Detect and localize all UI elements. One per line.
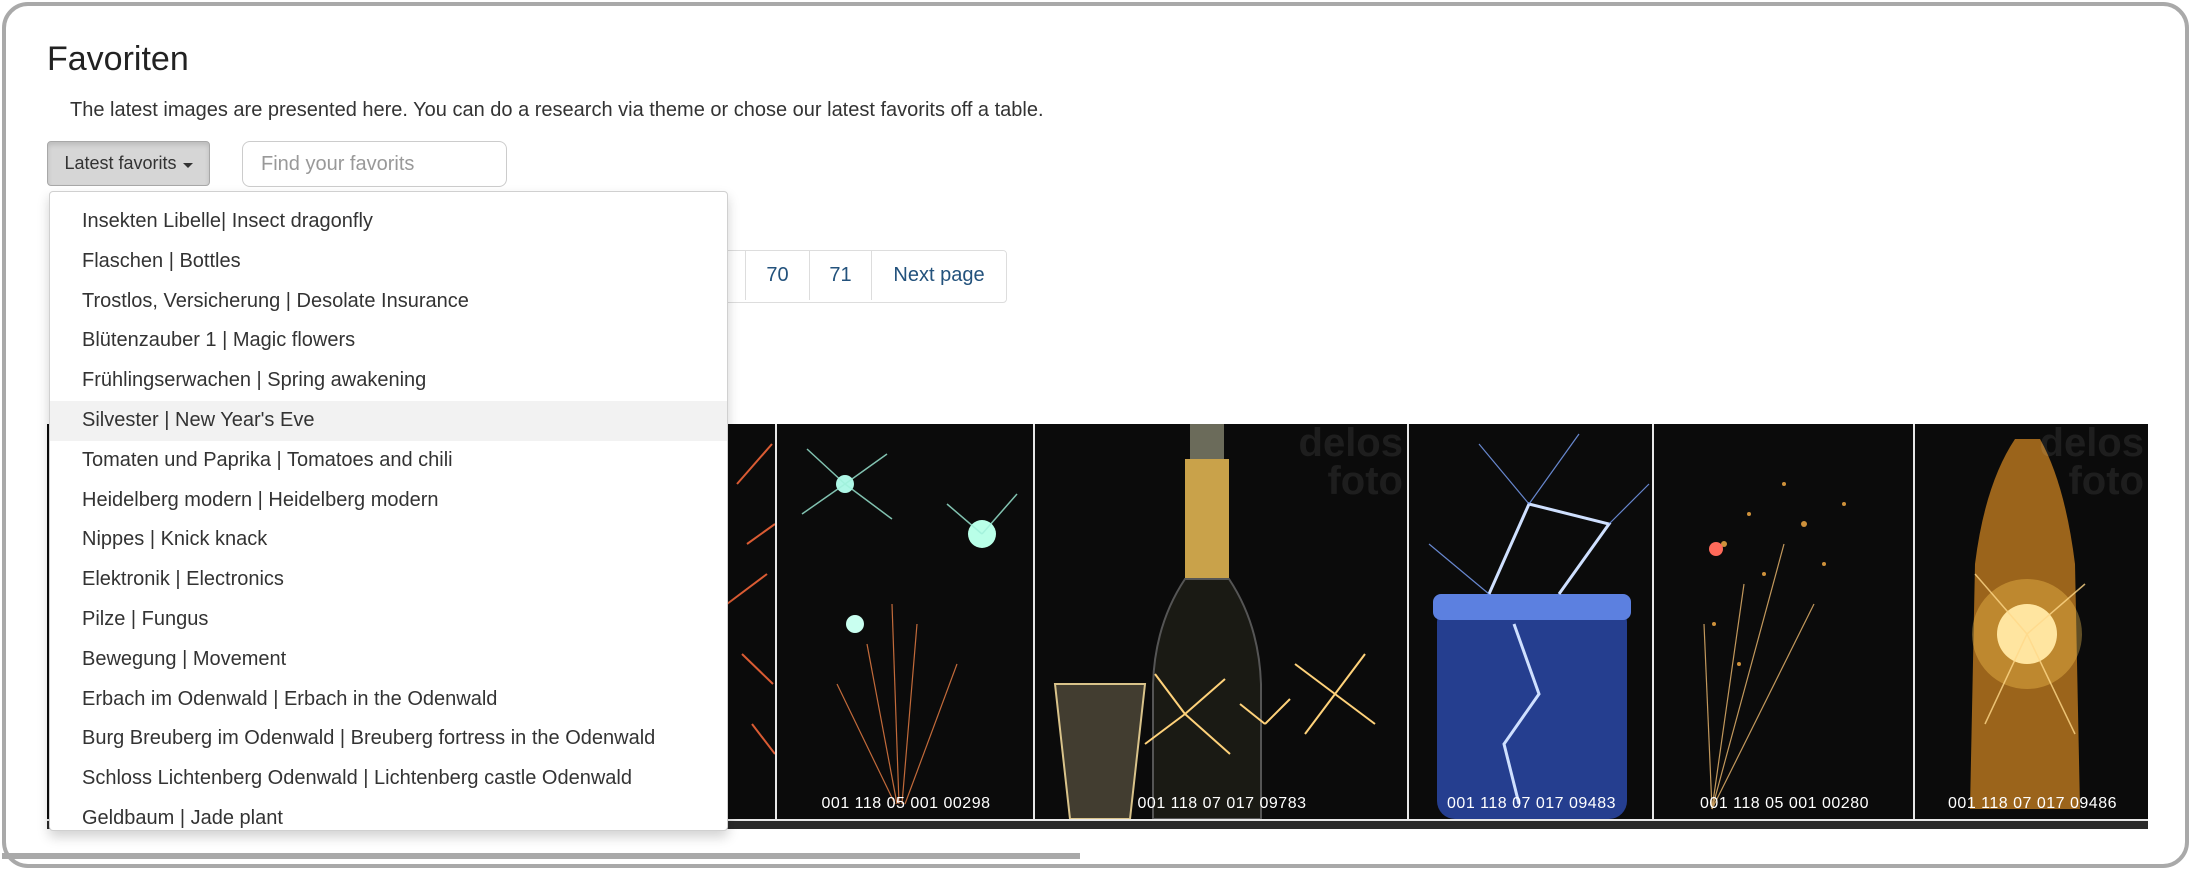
horizontal-scrollbar[interactable] [2,853,1080,859]
menu-item[interactable]: Elektronik | Electronics [50,560,727,600]
menu-item[interactable]: Schloss Lichtenberg Odenwald | Lichtenbe… [50,759,727,799]
gallery-thumb[interactable]: 001 118 05 001 00298 [775,424,1035,819]
pagination-item-70[interactable]: 70 [745,251,809,300]
watermark: delos foto [1298,424,1403,503]
menu-item[interactable]: Burg Breuberg im Odenwald | Breuberg for… [50,719,727,759]
gallery-thumb[interactable]: delos foto 001 118 07 017 09486 [1913,424,2148,819]
menu-item[interactable]: Bewegung | Movement [50,640,727,680]
gallery-thumb[interactable]: delos foto 001 118 07 017 09783 [1033,424,1409,819]
image-code: 001 118 07 017 09486 [1948,795,2117,812]
blue-jar-image [1428,433,1650,819]
menu-item[interactable]: Flaschen | Bottles [50,242,727,282]
search-input[interactable] [242,141,507,187]
dropdown-label: Latest favorits [64,153,177,173]
menu-item[interactable]: Erbach im Odenwald | Erbach in the Odenw… [50,680,727,720]
image-code: 001 118 07 017 09483 [1447,795,1616,812]
gallery-thumb[interactable]: 001 118 05 001 00280 [1652,424,1915,819]
menu-item[interactable]: Nippes | Knick knack [50,520,727,560]
gallery-thumb[interactable]: 001 118 07 017 09483 [1407,424,1654,819]
menu-item[interactable]: Blütenzauber 1 | Magic flowers [50,321,727,361]
page-title: Favoriten [47,40,189,78]
watermark: delos foto [2039,424,2144,503]
fireworks-image [801,448,1018,805]
next-page-link[interactable]: Next page [871,251,1006,300]
fountain-firework-image [1703,482,1846,810]
latest-favorits-dropdown-button[interactable]: Latest favorits [47,141,210,186]
image-code: 001 118 05 001 00298 [821,795,991,812]
menu-item-active[interactable]: Silvester | New Year's Eve [50,400,727,441]
favorites-dropdown-menu: Insekten Libelle| Insect dragonfly Flasc… [49,191,728,831]
menu-item[interactable]: Insekten Libelle| Insect dragonfly [50,202,727,242]
browser-frame: Favoriten The latest images are presente… [2,2,2189,868]
menu-item[interactable]: Trostlos, Versicherung | Desolate Insura… [50,282,727,322]
image-code: 001 118 07 017 09783 [1137,795,1307,812]
image-code: 001 118 05 001 00280 [1700,795,1869,812]
menu-item[interactable]: Pilze | Fungus [50,600,727,640]
menu-item[interactable]: Tomaten und Paprika | Tomatoes and chili [50,441,727,481]
intro-text: The latest images are presented here. Yo… [70,99,1044,121]
caret-down-icon [182,162,193,168]
menu-item[interactable]: Geldbaum | Jade plant [50,799,727,830]
pagination: 70 71 Next page [706,250,1007,303]
pagination-item-71[interactable]: 71 [809,251,871,300]
menu-item[interactable]: Heidelberg modern | Heidelberg modern [50,481,727,521]
menu-item[interactable]: Frühlingserwachen | Spring awakening [50,361,727,401]
